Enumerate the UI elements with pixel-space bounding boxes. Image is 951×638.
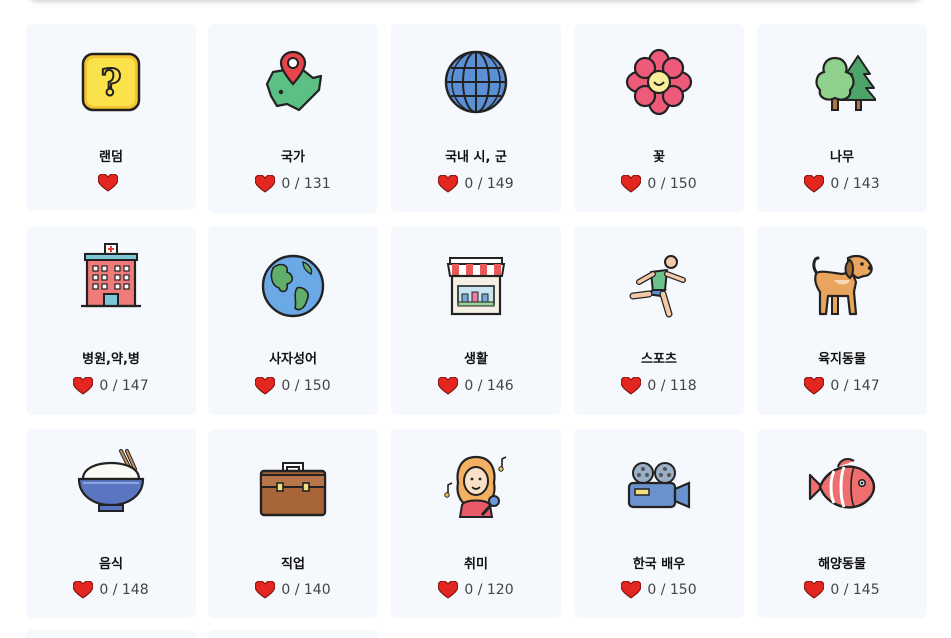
card-title: 해양동물 <box>818 557 866 572</box>
store-icon <box>442 252 510 320</box>
category-card-food[interactable]: 음식 0 / 148 <box>26 429 196 618</box>
heart-icon <box>438 377 459 395</box>
card-progress: 0 / 120 <box>464 582 514 598</box>
card-progress: 0 / 131 <box>281 176 331 192</box>
globe-grid-icon <box>442 48 510 116</box>
category-card-partial[interactable] <box>208 630 378 638</box>
heart-icon <box>73 581 94 599</box>
category-card-country[interactable]: 국가 0 / 131 <box>208 24 378 213</box>
heart-icon <box>438 581 459 599</box>
heart-icon <box>438 175 459 193</box>
card-progress: 0 / 147 <box>99 378 149 394</box>
card-title: 꽃 <box>653 150 665 165</box>
card-title: 국가 <box>281 150 305 165</box>
card-progress: 0 / 150 <box>281 378 331 394</box>
card-title: 취미 <box>464 557 488 572</box>
category-card-sports[interactable]: 스포츠 0 / 118 <box>574 226 744 415</box>
heart-icon <box>73 377 94 395</box>
heart-icon <box>804 175 825 193</box>
heart-icon <box>255 175 276 193</box>
country-map-pin-icon <box>259 48 327 116</box>
card-title: 병원,약,병 <box>82 352 140 367</box>
category-card-partial[interactable] <box>26 630 196 638</box>
card-title: 음식 <box>99 557 123 572</box>
category-card-idioms[interactable]: 사자성어 0 / 150 <box>208 226 378 415</box>
heart-icon <box>621 581 642 599</box>
heart-icon <box>98 174 118 192</box>
heart-icon <box>255 377 276 395</box>
card-progress: 0 / 143 <box>830 176 880 192</box>
category-card-sea-animals[interactable]: 해양동물 0 / 145 <box>757 429 927 618</box>
category-card-korean-actors[interactable]: 한국 배우 0 / 150 <box>574 429 744 618</box>
film-camera-icon <box>625 453 693 521</box>
card-progress: 0 / 150 <box>647 176 697 192</box>
card-progress: 0 / 145 <box>830 582 880 598</box>
card-title: 국내 시, 군 <box>445 150 507 165</box>
card-title: 직업 <box>281 557 305 572</box>
card-progress: 0 / 147 <box>830 378 880 394</box>
earth-icon <box>259 252 327 320</box>
category-card-jobs[interactable]: 직업 0 / 140 <box>208 429 378 618</box>
hospital-icon <box>77 242 145 310</box>
flower-icon <box>625 48 693 116</box>
card-title: 사자성어 <box>269 352 317 367</box>
heart-icon <box>255 581 276 599</box>
card-title: 한국 배우 <box>632 557 686 572</box>
heart-icon <box>621 377 642 395</box>
fish-icon <box>808 453 876 521</box>
svg-text:?: ? <box>100 62 121 104</box>
card-progress: 0 / 146 <box>464 378 514 394</box>
trees-icon <box>808 48 876 116</box>
briefcase-icon <box>259 453 327 521</box>
heart-icon <box>804 581 825 599</box>
card-title: 생활 <box>464 352 488 367</box>
category-card-random[interactable]: ? 랜덤 <box>26 24 196 210</box>
card-progress: 0 / 148 <box>99 582 149 598</box>
question-box-icon: ? <box>77 48 145 116</box>
category-card-land-animals[interactable]: 육지동물 0 / 147 <box>757 226 927 415</box>
card-progress: 0 / 149 <box>464 176 514 192</box>
category-card-domestic-cities[interactable]: 국내 시, 군 0 / 149 <box>391 24 561 212</box>
heart-icon <box>621 175 642 193</box>
singer-icon <box>442 453 510 521</box>
runner-icon <box>625 252 693 320</box>
category-card-flower[interactable]: 꽃 0 / 150 <box>574 24 744 212</box>
category-card-tree[interactable]: 나무 0 / 143 <box>757 24 927 212</box>
category-card-hospital[interactable]: 병원,약,병 0 / 147 <box>26 226 196 415</box>
card-title: 스포츠 <box>641 352 677 367</box>
card-title: 육지동물 <box>818 352 866 367</box>
card-progress: 0 / 118 <box>647 378 697 394</box>
rice-bowl-icon <box>77 447 145 515</box>
dog-icon <box>808 252 876 320</box>
card-progress: 0 / 140 <box>281 582 331 598</box>
heart-icon <box>804 377 825 395</box>
card-progress: 0 / 150 <box>647 582 697 598</box>
card-title: 나무 <box>830 150 854 165</box>
category-card-living[interactable]: 생활 0 / 146 <box>391 226 561 415</box>
category-card-hobby[interactable]: 취미 0 / 120 <box>391 429 561 618</box>
card-title: 랜덤 <box>99 150 123 165</box>
